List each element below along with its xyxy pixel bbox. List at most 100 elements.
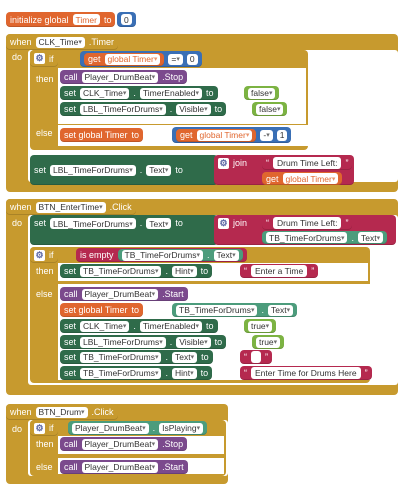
get-global-timer-2[interactable]: get global Timer [176, 128, 257, 142]
player-dropdown[interactable]: Player_DrumBeat [81, 71, 159, 83]
gear-icon[interactable]: ⚙ [218, 158, 229, 169]
call-player-start[interactable]: call Player_DrumBeat .Start [60, 287, 188, 301]
set-global-timer-2[interactable]: set global Timer to [60, 303, 144, 317]
lbl-dropdown[interactable]: LBL_TimeForDrums [80, 103, 166, 115]
tb-dropdown[interactable]: TB_TimeForDrums [80, 367, 162, 379]
timer-enabled-dropdown[interactable]: TimerEnabled [139, 87, 203, 99]
false-dropdown[interactable]: false [248, 87, 276, 99]
to-label: to [206, 88, 214, 98]
get-global-timer-3[interactable]: get global Timer [262, 172, 343, 185]
set-lbl-visible-2[interactable]: set LBL_TimeForDrums . Visible to [60, 335, 227, 349]
component-dropdown[interactable]: BTN_Drum [35, 406, 88, 418]
text-prop-dropdown[interactable]: Text [172, 351, 198, 363]
gear-icon[interactable]: ⚙ [218, 218, 229, 229]
true-block[interactable]: true [244, 319, 277, 333]
tb-text-dropdown[interactable]: Text [213, 249, 239, 261]
text-value[interactable]: Drum Time Left: [273, 217, 342, 229]
empty-text-block[interactable]: “” [240, 350, 272, 364]
text-value[interactable]: Enter Time for Drums Here [251, 367, 361, 379]
compare-number[interactable]: 0 [186, 53, 198, 65]
tb-text-getter-3[interactable]: TB_TimeForDrums . Text [172, 303, 298, 317]
get-var-dropdown-2[interactable]: global Timer [196, 129, 253, 141]
tb-dropdown[interactable]: TB_TimeForDrums [176, 304, 258, 316]
text-string-block-2[interactable]: “Drum Time Left: ” [262, 216, 353, 230]
set-clk-timer-enabled-2[interactable]: set CLK_Time . TimerEnabled to [60, 319, 218, 333]
text-enter-a-time[interactable]: “Enter a Time” [240, 264, 319, 278]
lbl-dropdown-2[interactable]: LBL_TimeForDrums [50, 164, 136, 176]
true-block-2[interactable]: true [252, 335, 285, 349]
set-label: set [64, 266, 77, 276]
text-prop-dropdown[interactable]: Text [146, 218, 172, 229]
tb-text-dropdown[interactable]: Text [357, 232, 384, 243]
player-is-playing[interactable]: Player_DrumBeat . IsPlaying [68, 421, 208, 435]
compare-op-dropdown[interactable]: = [168, 53, 183, 65]
if-header-3: ⚙ if [30, 420, 58, 436]
text-value[interactable]: Enter a Time [251, 265, 308, 277]
false-block-2[interactable]: false [252, 102, 288, 116]
tb-dropdown[interactable]: TB_TimeForDrums [80, 265, 162, 277]
text-value[interactable] [251, 351, 261, 363]
gear-icon[interactable]: ⚙ [34, 249, 45, 261]
tb-dropdown[interactable]: TB_TimeForDrums [266, 232, 348, 243]
call-player-stop[interactable]: call Player_DrumBeat .Stop [60, 70, 188, 84]
call-label: call [64, 462, 78, 472]
tb-dropdown[interactable]: TB_TimeForDrums [80, 351, 162, 363]
timer-enabled-dropdown[interactable]: TimerEnabled [139, 320, 203, 332]
get-var-dropdown[interactable]: global Timer [104, 53, 161, 65]
text-enter-time-for-drums[interactable]: “Enter Time for Drums Here” [240, 366, 372, 380]
number-block[interactable]: 0 [117, 12, 136, 27]
initialize-global-label: initialize global [10, 14, 69, 25]
tb-text-getter-2[interactable]: TB_TimeForDrums . Text [117, 249, 243, 261]
get-global-timer[interactable]: get global Timer [84, 52, 165, 66]
set-lbl-text[interactable]: set LBL_TimeForDrums . Text to [30, 155, 218, 185]
set-lbl-visible[interactable]: set LBL_TimeForDrums . Visible to [60, 102, 227, 116]
player-dropdown[interactable]: Player_DrumBeat [81, 438, 159, 450]
set-tb-hint[interactable]: set TB_TimeForDrums . Hint to [60, 264, 213, 278]
set-tb-hint-2[interactable]: set TB_TimeForDrums . Hint to [60, 366, 213, 380]
number-value[interactable]: 0 [121, 14, 132, 25]
is-playing-dropdown[interactable]: IsPlaying [159, 422, 204, 434]
component-dropdown[interactable]: CLK_Time [35, 36, 85, 48]
subtract-block[interactable]: get global Timer - 1 [172, 127, 292, 143]
text-value[interactable]: Drum Time Left: [273, 157, 342, 169]
true-dropdown[interactable]: true [248, 320, 273, 332]
compare-block[interactable]: get global Timer = 0 [80, 51, 202, 67]
set-global-timer[interactable]: set global Timer to [60, 128, 144, 142]
minus-dropdown[interactable]: - [260, 129, 273, 141]
call-label: call [64, 72, 78, 82]
initialize-global-block[interactable]: initialize global Timer to [6, 12, 116, 27]
minus-number[interactable]: 1 [276, 129, 288, 141]
text-prop-dropdown[interactable]: Text [146, 164, 172, 176]
tb-text-dropdown[interactable]: Text [267, 304, 294, 316]
clk-component-dropdown[interactable]: CLK_Time [80, 87, 130, 99]
gear-icon[interactable]: ⚙ [34, 53, 45, 64]
visible-dropdown[interactable]: Visible [176, 103, 211, 115]
stop-label: .Stop [162, 439, 184, 449]
visible-dropdown[interactable]: Visible [176, 336, 211, 348]
get-var-dropdown-3[interactable]: global Timer [282, 173, 339, 184]
text-string-block[interactable]: “Drum Time Left: ” [262, 156, 353, 170]
clk-component-dropdown[interactable]: CLK_Time [80, 320, 130, 332]
true-dropdown-2[interactable]: true [256, 336, 281, 348]
player-dropdown[interactable]: Player_DrumBeat [72, 422, 149, 434]
tb-text-getter[interactable]: TB_TimeForDrums . Text [262, 231, 388, 244]
player-dropdown[interactable]: Player_DrumBeat [81, 461, 159, 473]
tb-dropdown[interactable]: TB_TimeForDrums [121, 249, 203, 261]
lbl-dropdown[interactable]: LBL_TimeForDrums [50, 218, 136, 229]
component-dropdown[interactable]: BTN_EnterTime [35, 201, 106, 213]
call-player-start-2[interactable]: call Player_DrumBeat .Start [60, 460, 188, 474]
hint-dropdown[interactable]: Hint [172, 367, 197, 379]
call-label: call [64, 439, 78, 449]
call-player-stop-2[interactable]: call Player_DrumBeat .Stop [60, 437, 188, 451]
false-dropdown-2[interactable]: false [256, 103, 284, 115]
hint-dropdown[interactable]: Hint [172, 265, 197, 277]
is-empty-block[interactable]: is empty TB_TimeForDrums . Text [76, 248, 247, 262]
lbl-dropdown[interactable]: LBL_TimeForDrums [80, 336, 166, 348]
set-lbl-text-2[interactable]: set LBL_TimeForDrums . Text to [30, 215, 218, 245]
false-block[interactable]: false [244, 86, 280, 100]
gear-icon[interactable]: ⚙ [34, 422, 45, 434]
set-clk-timer-enabled[interactable]: set CLK_Time . TimerEnabled to [60, 86, 218, 100]
set-tb-text[interactable]: set TB_TimeForDrums . Text to [60, 350, 213, 364]
player-dropdown[interactable]: Player_DrumBeat [81, 288, 159, 300]
variable-name-field[interactable]: Timer [72, 14, 100, 25]
